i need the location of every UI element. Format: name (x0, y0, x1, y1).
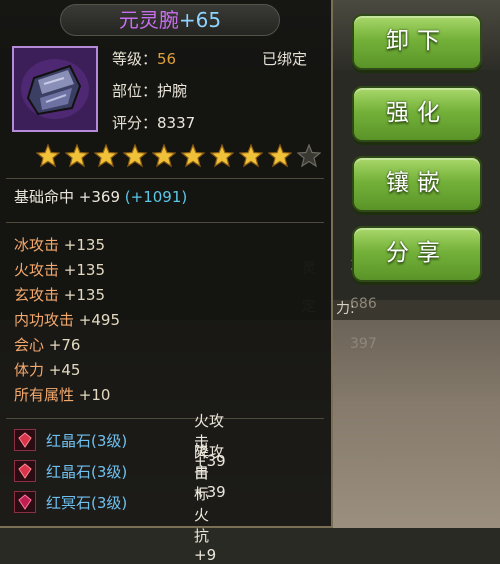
gem-row: 红晶石(3级) 火攻击+39 (14, 443, 226, 501)
item-detail-panel: 元灵腕+65 等级：56 已绑定 部位：护腕 评分：8337 基础命中 +369… (0, 0, 333, 564)
item-title: 元灵腕+65 (60, 4, 280, 36)
attribute-value: +495 (78, 311, 120, 329)
bound-status: 已绑定 (262, 50, 308, 68)
star-filled-icon (152, 144, 176, 168)
attribute-value: +45 (48, 361, 81, 379)
attribute-value: +76 (48, 336, 81, 354)
star-filled-icon (123, 144, 147, 168)
attribute-name: 内功攻击 (14, 311, 75, 329)
base-stat-value: +369 (78, 188, 120, 206)
item-icon (12, 46, 98, 132)
attribute-name: 玄攻击 (14, 286, 60, 304)
gem-effect: 降目标火抗+9 (194, 442, 217, 564)
star-filled-icon (36, 144, 60, 168)
score-label: 评分： (112, 114, 158, 132)
slot-value: 护腕 (157, 82, 188, 100)
attribute-value: +135 (63, 286, 105, 304)
attribute-row: 会心 +76 (14, 334, 80, 355)
attribute-row: 冰攻击 +135 (14, 234, 105, 255)
red-gem-icon (14, 460, 36, 482)
base-stat-row: 基础命中 +369 (+1091) (14, 186, 187, 207)
base-stat-bonus: (+1091) (124, 188, 188, 206)
share-button[interactable]: 分享 (352, 226, 482, 282)
bg-stat: 力: (336, 301, 355, 317)
attribute-value: +135 (63, 236, 105, 254)
item-name: 元灵腕 (118, 8, 179, 32)
gem-row: 红冥石(3级) 降目标火抗+9 (14, 443, 216, 564)
unequip-button[interactable]: 卸下 (352, 14, 482, 70)
divider (6, 222, 324, 223)
attribute-row: 体力 +45 (14, 359, 80, 380)
bracer-icon (14, 48, 96, 130)
attribute-name: 冰攻击 (14, 236, 60, 254)
star-filled-icon (65, 144, 89, 168)
base-stat-label: 基础命中 (14, 188, 75, 206)
star-filled-icon (268, 144, 292, 168)
score-value: 8337 (157, 114, 196, 132)
gem-name: 红冥石(3级) (46, 493, 128, 512)
slot-label: 部位： (112, 82, 158, 100)
slot-row: 部位：护腕 (112, 80, 187, 101)
star-filled-icon (210, 144, 234, 168)
attribute-name: 火攻击 (14, 261, 60, 279)
bg-stat: 397 (350, 336, 377, 352)
gem-row: 红晶石(3级) 火攻击+39 (14, 412, 226, 470)
star-filled-icon (94, 144, 118, 168)
level-value: 56 (157, 50, 177, 68)
attribute-name: 体力 (14, 361, 45, 379)
attribute-name: 会心 (14, 336, 45, 354)
inlay-button[interactable]: 镶嵌 (352, 156, 482, 212)
attribute-value: +135 (63, 261, 105, 279)
attribute-name: 所有属性 (14, 386, 75, 404)
level-row: 等级：56 (112, 48, 176, 69)
attribute-value: +10 (78, 386, 111, 404)
item-enhance-level: +65 (178, 8, 222, 32)
gem-name: 红晶石(3级) (46, 431, 128, 450)
star-filled-icon (239, 144, 263, 168)
attribute-row: 火攻击 +135 (14, 259, 105, 280)
gem-name: 红晶石(3级) (46, 462, 128, 481)
attribute-row: 玄攻击 +135 (14, 284, 105, 305)
level-label: 等级： (112, 50, 158, 68)
attribute-row: 内功攻击 +495 (14, 309, 120, 330)
attribute-row: 所有属性 +10 (14, 384, 110, 405)
red-gem-icon (14, 491, 36, 513)
red-gem-icon (14, 429, 36, 451)
divider (6, 418, 324, 419)
star-rating (36, 144, 321, 168)
score-row: 评分：8337 (112, 112, 195, 133)
divider (6, 178, 324, 179)
star-empty-icon (297, 144, 321, 168)
star-filled-icon (181, 144, 205, 168)
enhance-button[interactable]: 强化 (352, 86, 482, 142)
